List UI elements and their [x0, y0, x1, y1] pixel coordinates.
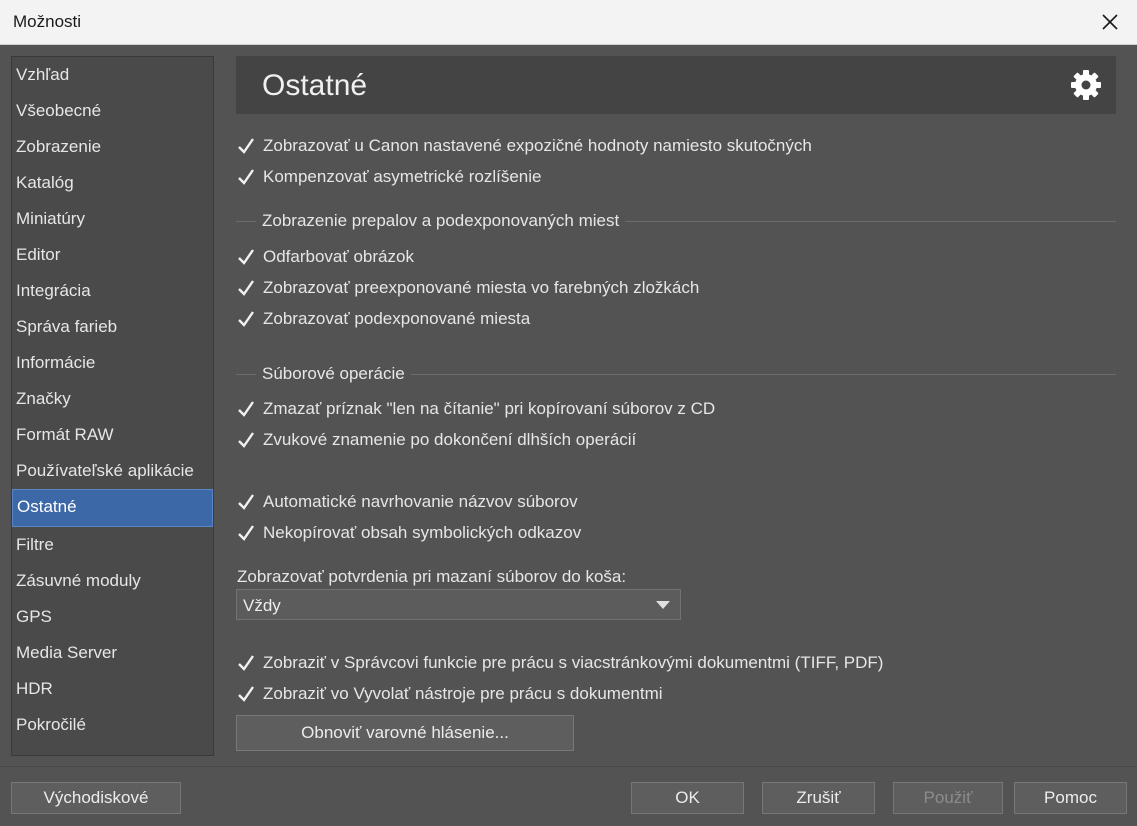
sidebar-item-katalog[interactable]: Katalóg — [12, 165, 213, 201]
checkmark-icon — [236, 278, 256, 298]
checkbox-label: Nekopírovať obsah symbolických odkazov — [263, 523, 582, 542]
checkmark-icon — [236, 430, 256, 450]
checkbox-remove-readonly[interactable]: Zmazať príznak "len na čítanie" pri kopí… — [236, 398, 715, 420]
gear-icon — [1071, 70, 1101, 100]
checkbox-develop-docs[interactable]: Zobraziť vo Vyvolať nástroje pre prácu s… — [236, 683, 663, 705]
checkmark-icon — [236, 136, 256, 156]
sidebar-item-pokrocile[interactable]: Pokročilé — [12, 707, 213, 743]
sidebar-item-format-raw[interactable]: Formát RAW — [12, 417, 213, 453]
checkbox-no-copy-symlinks[interactable]: Nekopírovať obsah symbolických odkazov — [236, 522, 581, 544]
defaults-button[interactable]: Východiskové — [11, 782, 181, 814]
checkbox-label: Zobraziť v Správcovi funkcie pre prácu s… — [263, 653, 884, 672]
page-header: Ostatné — [236, 56, 1116, 114]
sidebar-item-vzhlad[interactable]: Vzhľad — [12, 57, 213, 93]
checkbox-canon-exposure[interactable]: Zobrazovať u Canon nastavené expozičné h… — [236, 135, 812, 157]
chevron-down-icon — [656, 601, 670, 609]
checkmark-icon — [236, 399, 256, 419]
checkbox-label: Odfarbovať obrázok — [263, 247, 414, 266]
checkbox-label: Zobraziť vo Vyvolať nástroje pre prácu s… — [263, 684, 663, 703]
checkbox-label: Zvukové znamenie po dokončení dlhších op… — [263, 430, 637, 449]
sidebar-item-editor[interactable]: Editor — [12, 237, 213, 273]
sidebar-item-vseobecne[interactable]: Všeobecné — [12, 93, 213, 129]
section-clipping: Zobrazenie prepalov a podexponovaných mi… — [236, 211, 1116, 231]
checkbox-asym-resolution[interactable]: Kompenzovať asymetrické rozlíšenie — [236, 166, 542, 188]
checkbox-label: Zmazať príznak "len na čítanie" pri kopí… — [263, 399, 716, 418]
cancel-button[interactable]: Zrušiť — [762, 782, 875, 814]
sidebar-item-ostatne[interactable]: Ostatné — [12, 489, 213, 527]
checkmark-icon — [236, 492, 256, 512]
reset-warnings-button[interactable]: Obnoviť varovné hlásenie... — [236, 715, 574, 751]
sidebar-item-zasuvne-moduly[interactable]: Zásuvné moduly — [12, 563, 213, 599]
title-bar: Možnosti — [0, 0, 1137, 45]
checkbox-label: Zobrazovať preexponované miesta vo fareb… — [263, 278, 700, 297]
select-value: Vždy — [243, 596, 281, 615]
checkbox-desaturate[interactable]: Odfarbovať obrázok — [236, 246, 414, 268]
checkbox-auto-filename[interactable]: Automatické navrhovanie názvov súborov — [236, 491, 578, 513]
checkbox-label: Zobrazovať podexponované miesta — [263, 309, 531, 328]
close-icon — [1102, 14, 1118, 30]
apply-button[interactable]: Použiť — [893, 782, 1003, 814]
sidebar-item-sprava-farieb[interactable]: Správa farieb — [12, 309, 213, 345]
sidebar-item-filtre[interactable]: Filtre — [12, 527, 213, 563]
checkbox-label: Kompenzovať asymetrické rozlíšenie — [263, 167, 542, 186]
checkbox-overexposed-channels[interactable]: Zobrazovať preexponované miesta vo fareb… — [236, 277, 699, 299]
sidebar-item-integracia[interactable]: Integrácia — [12, 273, 213, 309]
section-title: Zobrazenie prepalov a podexponovaných mi… — [256, 211, 626, 231]
footer-divider — [0, 766, 1137, 767]
category-list: Vzhľad Všeobecné Zobrazenie Katalóg Mini… — [11, 56, 214, 756]
checkmark-icon — [236, 167, 256, 187]
sidebar-item-hdr[interactable]: HDR — [12, 671, 213, 707]
sidebar-item-znacky[interactable]: Značky — [12, 381, 213, 417]
checkmark-icon — [236, 309, 256, 329]
checkbox-multipage-manager[interactable]: Zobraziť v Správcovi funkcie pre prácu s… — [236, 652, 883, 674]
window-title: Možnosti — [13, 12, 82, 31]
section-title: Súborové operácie — [256, 364, 411, 384]
close-button[interactable] — [1083, 0, 1137, 44]
confirm-delete-label: Zobrazovať potvrdenia pri mazaní súborov… — [237, 567, 627, 586]
sidebar-item-aplikacie[interactable]: Používateľské aplikácie — [12, 453, 213, 489]
help-button[interactable]: Pomoc — [1014, 782, 1127, 814]
confirm-delete-select[interactable]: Vždy — [236, 589, 681, 620]
section-files: Súborové operácie — [236, 364, 1116, 384]
sidebar-item-gps[interactable]: GPS — [12, 599, 213, 635]
checkmark-icon — [236, 684, 256, 704]
sidebar-item-miniatury[interactable]: Miniatúry — [12, 201, 213, 237]
sidebar-item-zobrazenie[interactable]: Zobrazenie — [12, 129, 213, 165]
checkmark-icon — [236, 247, 256, 267]
sidebar-item-media-server[interactable]: Media Server — [12, 635, 213, 671]
checkbox-underexposed[interactable]: Zobrazovať podexponované miesta — [236, 308, 530, 330]
page-title: Ostatné — [262, 69, 368, 102]
checkbox-label: Zobrazovať u Canon nastavené expozičné h… — [263, 136, 812, 155]
checkbox-sound-done[interactable]: Zvukové znamenie po dokončení dlhších op… — [236, 429, 636, 451]
sidebar-item-informacie[interactable]: Informácie — [12, 345, 213, 381]
checkmark-icon — [236, 523, 256, 543]
checkmark-icon — [236, 653, 256, 673]
ok-button[interactable]: OK — [631, 782, 744, 814]
checkbox-label: Automatické navrhovanie názvov súborov — [263, 492, 578, 511]
